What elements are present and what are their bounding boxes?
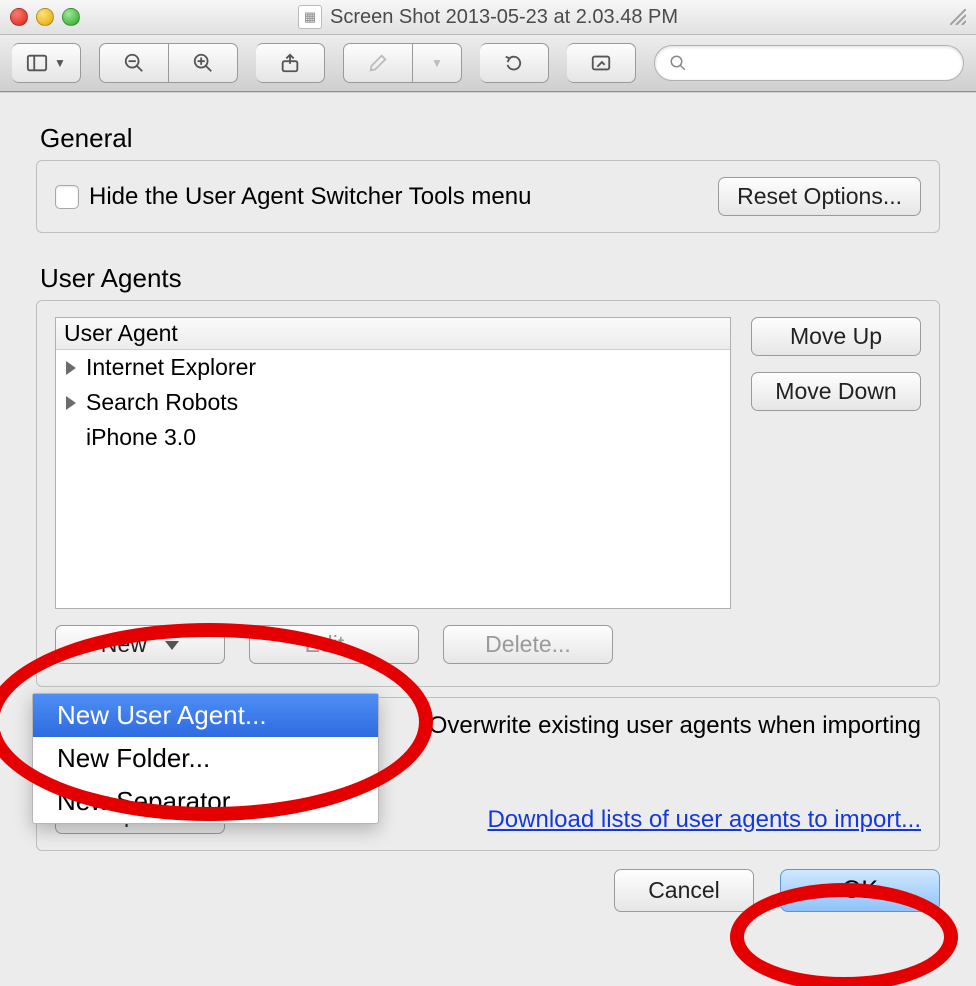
new-menu: New User Agent... New Folder... New Sepa… (32, 693, 379, 824)
rotate-button[interactable] (480, 43, 549, 83)
list-item[interactable]: Search Robots (56, 385, 730, 420)
menu-item-new-folder[interactable]: New Folder... (33, 737, 378, 780)
dialog-footer: Cancel OK (36, 869, 940, 912)
hide-tools-menu-label: Hide the User Agent Switcher Tools menu (89, 183, 531, 211)
list-item-label: Internet Explorer (86, 354, 256, 381)
window-title: Screen Shot 2013-05-23 at 2.03.48 PM (330, 6, 678, 29)
list-item[interactable]: iPhone 3.0 (56, 420, 730, 455)
traffic-lights (10, 8, 80, 26)
new-button-label: New (101, 631, 147, 657)
list-item[interactable]: Internet Explorer (56, 350, 730, 385)
minimize-window-button[interactable] (36, 8, 54, 26)
list-item-label: iPhone 3.0 (86, 424, 196, 451)
preview-toolbar: ▼ ▼ (0, 35, 976, 92)
user-agents-panel: User Agent Internet Explorer Search Robo… (36, 300, 940, 687)
user-agents-section-title: User Agents (40, 263, 940, 294)
move-down-button[interactable]: Move Down (751, 372, 921, 411)
general-panel: Hide the User Agent Switcher Tools menu … (36, 160, 940, 233)
menu-item-new-separator[interactable]: New Separator (33, 780, 378, 823)
checkbox-icon (55, 185, 79, 209)
markup-pen-button[interactable] (343, 43, 413, 83)
download-user-agents-link[interactable]: Download lists of user agents to import.… (487, 806, 921, 834)
user-agents-list[interactable]: User Agent Internet Explorer Search Robo… (55, 317, 731, 609)
hide-tools-menu-checkbox[interactable]: Hide the User Agent Switcher Tools menu (55, 183, 531, 211)
user-agents-column-header: User Agent (56, 318, 730, 350)
search-input[interactable] (693, 52, 949, 75)
zoom-out-button[interactable] (99, 43, 169, 83)
share-button[interactable] (256, 43, 325, 83)
close-window-button[interactable] (10, 8, 28, 26)
move-up-button[interactable]: Move Up (751, 317, 921, 356)
disclosure-triangle-icon[interactable] (66, 361, 76, 375)
reset-options-button[interactable]: Reset Options... (718, 177, 921, 216)
ok-button[interactable]: OK (780, 869, 940, 912)
new-dropdown-button[interactable]: New (55, 625, 225, 664)
document-icon: ▦ (298, 5, 322, 29)
resize-icon (950, 9, 966, 25)
zoom-in-button[interactable] (169, 43, 238, 83)
overwrite-on-import-label: Overwrite existing user agents when impo… (429, 712, 921, 740)
list-item-label: Search Robots (86, 389, 238, 416)
general-section-title: General (40, 123, 940, 154)
delete-button[interactable]: Delete... (443, 625, 613, 664)
options-dialog: General Hide the User Agent Switcher Too… (0, 92, 976, 986)
markup-pen-menu-button[interactable]: ▼ (413, 43, 462, 83)
zoom-window-button[interactable] (62, 8, 80, 26)
disclosure-triangle-icon[interactable] (66, 396, 76, 410)
window-titlebar: ▦ Screen Shot 2013-05-23 at 2.03.48 PM (0, 0, 976, 35)
edit-toolbar-button[interactable] (567, 43, 636, 83)
search-icon (669, 54, 687, 72)
edit-button[interactable]: Edit... (249, 625, 419, 664)
menu-item-new-user-agent[interactable]: New User Agent... (33, 694, 378, 737)
sidebar-toggle-button[interactable]: ▼ (12, 43, 81, 83)
search-field-wrap[interactable] (654, 45, 964, 81)
cancel-button[interactable]: Cancel (614, 869, 754, 912)
dropdown-arrow-icon (165, 641, 179, 650)
